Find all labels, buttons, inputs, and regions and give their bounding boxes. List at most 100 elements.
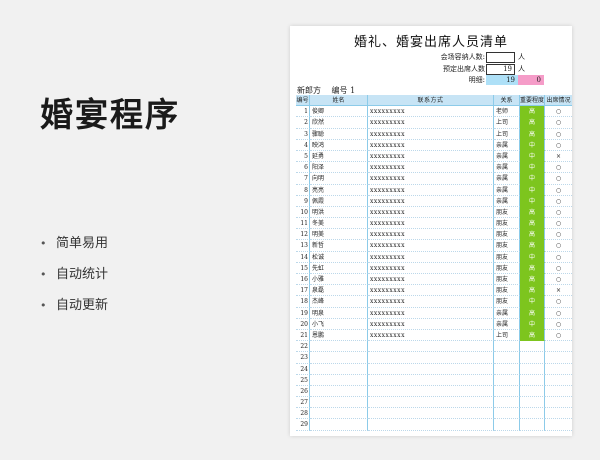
cell-relation[interactable]: 朋友: [494, 229, 520, 241]
cell-number[interactable]: 20: [296, 318, 310, 330]
cell-contact[interactable]: [368, 352, 494, 364]
cell-attendance[interactable]: ○: [545, 296, 572, 308]
cell-name[interactable]: 冬美: [310, 218, 368, 230]
cell-relation[interactable]: 亲属: [494, 139, 520, 151]
cell-name[interactable]: 明泉: [310, 307, 368, 319]
cell-importance[interactable]: 中: [520, 184, 545, 196]
cell-number[interactable]: 17: [296, 285, 310, 297]
cell-contact[interactable]: xxxxxxxxx: [368, 240, 494, 252]
cell-importance[interactable]: 中: [520, 296, 545, 308]
cell-attendance[interactable]: [545, 397, 572, 409]
cell-name[interactable]: 明洪: [310, 206, 368, 219]
cell-importance[interactable]: [520, 419, 545, 431]
cell-name[interactable]: [310, 385, 368, 398]
cell-contact[interactable]: xxxxxxxxx: [368, 162, 494, 174]
cell-attendance[interactable]: ○: [545, 330, 572, 342]
cell-importance[interactable]: [520, 363, 545, 375]
cell-number[interactable]: 27: [296, 397, 310, 409]
cell-name[interactable]: [310, 374, 368, 386]
cell-number[interactable]: 6: [296, 162, 310, 174]
cell-attendance[interactable]: ○: [545, 196, 572, 207]
cell-attendance[interactable]: ○: [545, 117, 572, 129]
cell-attendance[interactable]: [545, 352, 572, 364]
cell-number[interactable]: 28: [296, 408, 310, 420]
cell-attendance[interactable]: ○: [545, 308, 572, 319]
cell-contact[interactable]: [368, 385, 494, 398]
cell-attendance[interactable]: ○: [545, 229, 572, 241]
cell-contact[interactable]: [368, 374, 494, 386]
cell-relation[interactable]: 亲属: [494, 162, 520, 174]
cell-attendance[interactable]: [545, 364, 572, 375]
cell-relation[interactable]: 亲属: [494, 318, 520, 330]
cell-name[interactable]: 松诚: [310, 251, 368, 263]
cell-contact[interactable]: xxxxxxxxx: [368, 262, 494, 274]
cell-attendance[interactable]: ○: [545, 263, 572, 274]
cell-attendance[interactable]: ○: [545, 319, 572, 330]
cell-attendance[interactable]: ○: [545, 162, 572, 174]
cell-contact[interactable]: xxxxxxxxx: [368, 106, 494, 118]
cell-contact[interactable]: xxxxxxxxx: [368, 150, 494, 163]
cell-contact[interactable]: xxxxxxxxx: [368, 251, 494, 263]
cell-contact[interactable]: xxxxxxxxx: [368, 117, 494, 129]
cell-name[interactable]: [310, 408, 368, 420]
cell-importance[interactable]: [520, 397, 545, 409]
cell-name[interactable]: 骤聪: [310, 128, 368, 140]
cell-number[interactable]: 4: [296, 139, 310, 151]
cell-name[interactable]: [310, 397, 368, 409]
cell-relation[interactable]: 亲属: [494, 150, 520, 163]
cell-number[interactable]: 24: [296, 363, 310, 375]
cell-number[interactable]: 23: [296, 352, 310, 364]
cell-name[interactable]: 恩鹏: [310, 329, 368, 342]
cell-contact[interactable]: xxxxxxxxx: [368, 128, 494, 140]
cell-attendance[interactable]: ○: [545, 252, 572, 263]
cell-importance[interactable]: 高: [520, 106, 545, 118]
cell-name[interactable]: 延勇: [310, 150, 368, 163]
cell-name[interactable]: 欣然: [310, 117, 368, 129]
cell-importance[interactable]: 高: [520, 229, 545, 241]
cell-name[interactable]: 阳泽: [310, 162, 368, 174]
cell-number[interactable]: 26: [296, 385, 310, 398]
cell-contact[interactable]: xxxxxxxxx: [368, 218, 494, 230]
cell-name[interactable]: [310, 352, 368, 364]
cell-number[interactable]: 13: [296, 240, 310, 252]
cell-name[interactable]: [310, 419, 368, 431]
cell-attendance[interactable]: [545, 408, 572, 420]
cell-importance[interactable]: [520, 352, 545, 364]
cell-number[interactable]: 7: [296, 173, 310, 185]
cell-number[interactable]: 22: [296, 341, 310, 353]
cell-importance[interactable]: 高: [520, 285, 545, 297]
cell-importance[interactable]: 中: [520, 318, 545, 330]
cell-contact[interactable]: xxxxxxxxx: [368, 184, 494, 196]
cell-contact[interactable]: xxxxxxxxx: [368, 296, 494, 308]
cell-contact[interactable]: [368, 341, 494, 353]
cell-relation[interactable]: 上司: [494, 128, 520, 140]
cell-relation[interactable]: [494, 352, 520, 364]
cell-importance[interactable]: 高: [520, 240, 545, 252]
cell-importance[interactable]: 中: [520, 162, 545, 174]
cell-name[interactable]: 佩霞: [310, 195, 368, 207]
cell-relation[interactable]: 朋友: [494, 240, 520, 252]
cell-attendance[interactable]: ×: [545, 151, 572, 163]
cell-name[interactable]: 小雅: [310, 274, 368, 286]
cell-relation[interactable]: 上司: [494, 329, 520, 342]
cell-contact[interactable]: xxxxxxxxx: [368, 329, 494, 342]
cell-relation[interactable]: 亲属: [494, 173, 520, 185]
cell-number[interactable]: 1: [296, 106, 310, 118]
cell-relation[interactable]: 上司: [494, 117, 520, 129]
capacity-input[interactable]: [486, 52, 515, 63]
cell-number[interactable]: 15: [296, 262, 310, 274]
cell-contact[interactable]: xxxxxxxxx: [368, 139, 494, 151]
cell-attendance[interactable]: [545, 375, 572, 386]
cell-number[interactable]: 11: [296, 218, 310, 230]
cell-number[interactable]: 3: [296, 128, 310, 140]
cell-relation[interactable]: [494, 374, 520, 386]
cell-relation[interactable]: 亲属: [494, 307, 520, 319]
cell-relation[interactable]: [494, 385, 520, 398]
cell-number[interactable]: 5: [296, 150, 310, 163]
cell-number[interactable]: 19: [296, 307, 310, 319]
cell-number[interactable]: 18: [296, 296, 310, 308]
cell-name[interactable]: [310, 341, 368, 353]
cell-importance[interactable]: 高: [520, 218, 545, 230]
cell-importance[interactable]: 中: [520, 139, 545, 151]
cell-contact[interactable]: [368, 363, 494, 375]
